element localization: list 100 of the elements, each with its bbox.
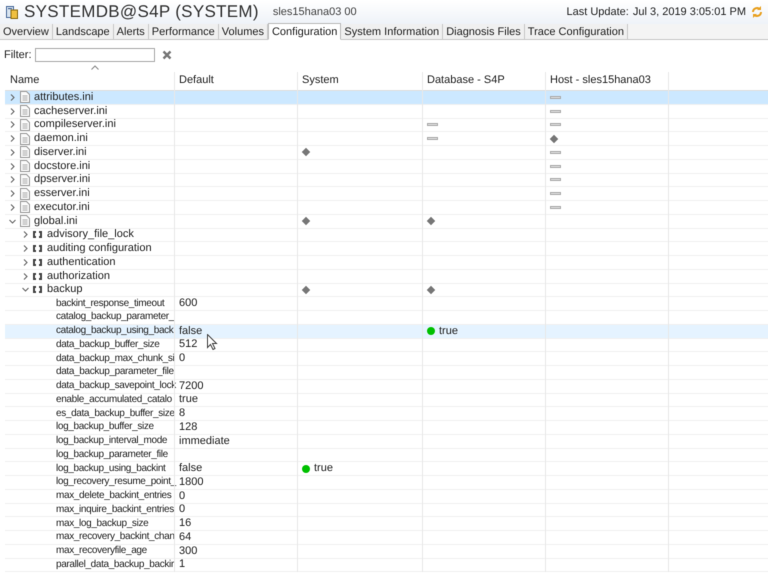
dash-icon	[550, 123, 561, 126]
column-header[interactable]: Host - sles15hana03	[545, 72, 668, 90]
brackets-icon	[33, 286, 42, 294]
table-cell: 7200	[179, 380, 204, 392]
filter-label: Filter:	[4, 48, 32, 63]
table-cell: 16	[179, 518, 192, 530]
file-name[interactable]: dpserver.ini	[34, 174, 90, 186]
table-cell: false	[179, 463, 202, 474]
brackets-icon	[33, 258, 42, 266]
parameter-name[interactable]: max_log_backup_size	[56, 518, 148, 529]
column-header[interactable]: System	[297, 72, 422, 90]
table-cell: 64	[179, 532, 192, 543]
dash-icon	[550, 150, 561, 154]
parameter-name[interactable]: log_backup_using_backint	[56, 464, 166, 474]
tab[interactable]: Overview	[0, 24, 53, 39]
file-name[interactable]: daemon.ini	[34, 133, 88, 144]
table-cell: 512	[179, 339, 198, 350]
column-header[interactable]: Default	[174, 72, 297, 90]
parameter-name[interactable]: max_recovery_backint_chan	[56, 532, 175, 542]
file-name[interactable]: attributes.ini	[34, 92, 94, 103]
tab[interactable]: System Information	[341, 24, 444, 39]
parameter-name[interactable]: log_recovery_resume_point_	[56, 477, 176, 488]
chevron-right-icon[interactable]	[9, 148, 16, 156]
chevron-right-icon[interactable]	[9, 204, 16, 211]
file-name[interactable]: cacheserver.ini	[34, 106, 108, 117]
chevron-right-icon[interactable]	[9, 190, 16, 198]
table-cell: true	[179, 394, 198, 406]
table-cell: 128	[179, 422, 198, 433]
tab[interactable]: Diagnosis Files	[443, 24, 525, 39]
tab[interactable]: Trace Configuration	[524, 24, 628, 39]
parameter-name[interactable]: data_backup_savepoint_lock	[56, 381, 176, 392]
table-cell: 1	[179, 559, 186, 570]
chevron-down-icon[interactable]	[9, 218, 16, 225]
chevron-right-icon[interactable]	[9, 135, 16, 142]
host-label: sles15hana03 00	[272, 4, 357, 20]
chevron-right-icon[interactable]	[9, 94, 16, 101]
parameter-name[interactable]: data_backup_buffer_size	[56, 340, 160, 350]
column-header[interactable]: Database - S4P	[422, 72, 545, 90]
chevron-down-icon[interactable]	[22, 286, 29, 294]
table-cell: 600	[179, 298, 198, 310]
tab[interactable]: Performance	[148, 24, 219, 39]
filter-field[interactable]	[34, 48, 154, 62]
table-cell: immediate	[179, 436, 230, 447]
parameter-name[interactable]: log_backup_parameter_file	[56, 450, 168, 460]
column-header[interactable]: Name	[5, 72, 174, 90]
clear-icon[interactable]	[162, 50, 172, 60]
file-name[interactable]: diserver.ini	[34, 146, 87, 158]
dash-icon	[550, 110, 561, 113]
table-cell: true	[439, 326, 458, 337]
section-name[interactable]: authentication	[47, 256, 116, 268]
chevron-right-icon[interactable]	[9, 176, 16, 184]
table-cell: 300	[179, 546, 198, 557]
dash-icon	[550, 192, 561, 196]
tab[interactable]: Volumes	[218, 24, 268, 39]
table-cell: 8	[179, 408, 186, 420]
table-cell: 0	[179, 490, 186, 502]
parameter-name[interactable]: log_backup_interval_mode	[56, 436, 168, 446]
table-cell: 0	[179, 504, 186, 516]
chevron-right-icon[interactable]	[9, 162, 16, 170]
file-name[interactable]: global.ini	[34, 216, 78, 227]
tab[interactable]: Alerts	[114, 24, 149, 39]
parameter-name[interactable]: data_backup_max_chunk_si	[56, 354, 174, 364]
parameter-name[interactable]: backint_response_timeout	[56, 298, 164, 309]
table-cell: 0	[179, 353, 186, 364]
parameter-name[interactable]: max_delete_backint_entries	[56, 491, 172, 502]
parameter-name[interactable]: max_inquire_backint_entries	[56, 504, 174, 515]
parameter-name[interactable]: data_backup_parameter_file	[56, 367, 174, 378]
chevron-right-icon[interactable]	[22, 245, 29, 252]
table-cell: true	[314, 463, 333, 474]
parameter-name[interactable]: max_recoveryfile_age	[56, 546, 147, 556]
section-name[interactable]: advisory_file_lock	[47, 229, 134, 240]
dash-icon	[550, 164, 561, 168]
chevron-right-icon[interactable]	[22, 258, 29, 266]
brackets-icon	[33, 231, 42, 238]
dash-icon	[427, 123, 438, 126]
parameter-name[interactable]: enable_accumulated_catalo	[56, 394, 172, 405]
section-name[interactable]: backup	[47, 284, 82, 296]
chevron-right-icon[interactable]	[22, 272, 29, 280]
chevron-right-icon[interactable]	[9, 121, 16, 128]
chevron-right-icon[interactable]	[22, 231, 29, 238]
tab[interactable]: Landscape	[52, 24, 114, 39]
parameter-name[interactable]: log_backup_buffer_size	[56, 422, 154, 432]
file-name[interactable]: docstore.ini	[34, 160, 90, 172]
file-name[interactable]: executor.ini	[34, 202, 90, 213]
table-cell: false	[179, 326, 202, 337]
tab[interactable]: Configuration	[268, 23, 342, 40]
parameter-name[interactable]: catalog_backup_using_back	[56, 326, 174, 336]
file-name[interactable]: compileserver.ini	[34, 119, 116, 130]
dash-icon	[550, 178, 561, 182]
chevron-right-icon[interactable]	[9, 108, 16, 115]
parameter-name[interactable]: catalog_backup_parameter_	[56, 312, 174, 322]
last-update-time: Jul 3, 2019 3:05:01 PM	[632, 4, 746, 20]
section-name[interactable]: auditing configuration	[47, 243, 152, 254]
table-cell: 1800	[179, 476, 204, 488]
section-name[interactable]: authorization	[47, 270, 110, 282]
parameter-name[interactable]: es_data_backup_buffer_size	[56, 408, 175, 419]
dash-icon	[550, 96, 561, 99]
parameter-name[interactable]: parallel_data_backup_backir	[56, 560, 174, 570]
file-name[interactable]: esserver.ini	[34, 188, 90, 200]
brackets-icon	[33, 272, 42, 280]
